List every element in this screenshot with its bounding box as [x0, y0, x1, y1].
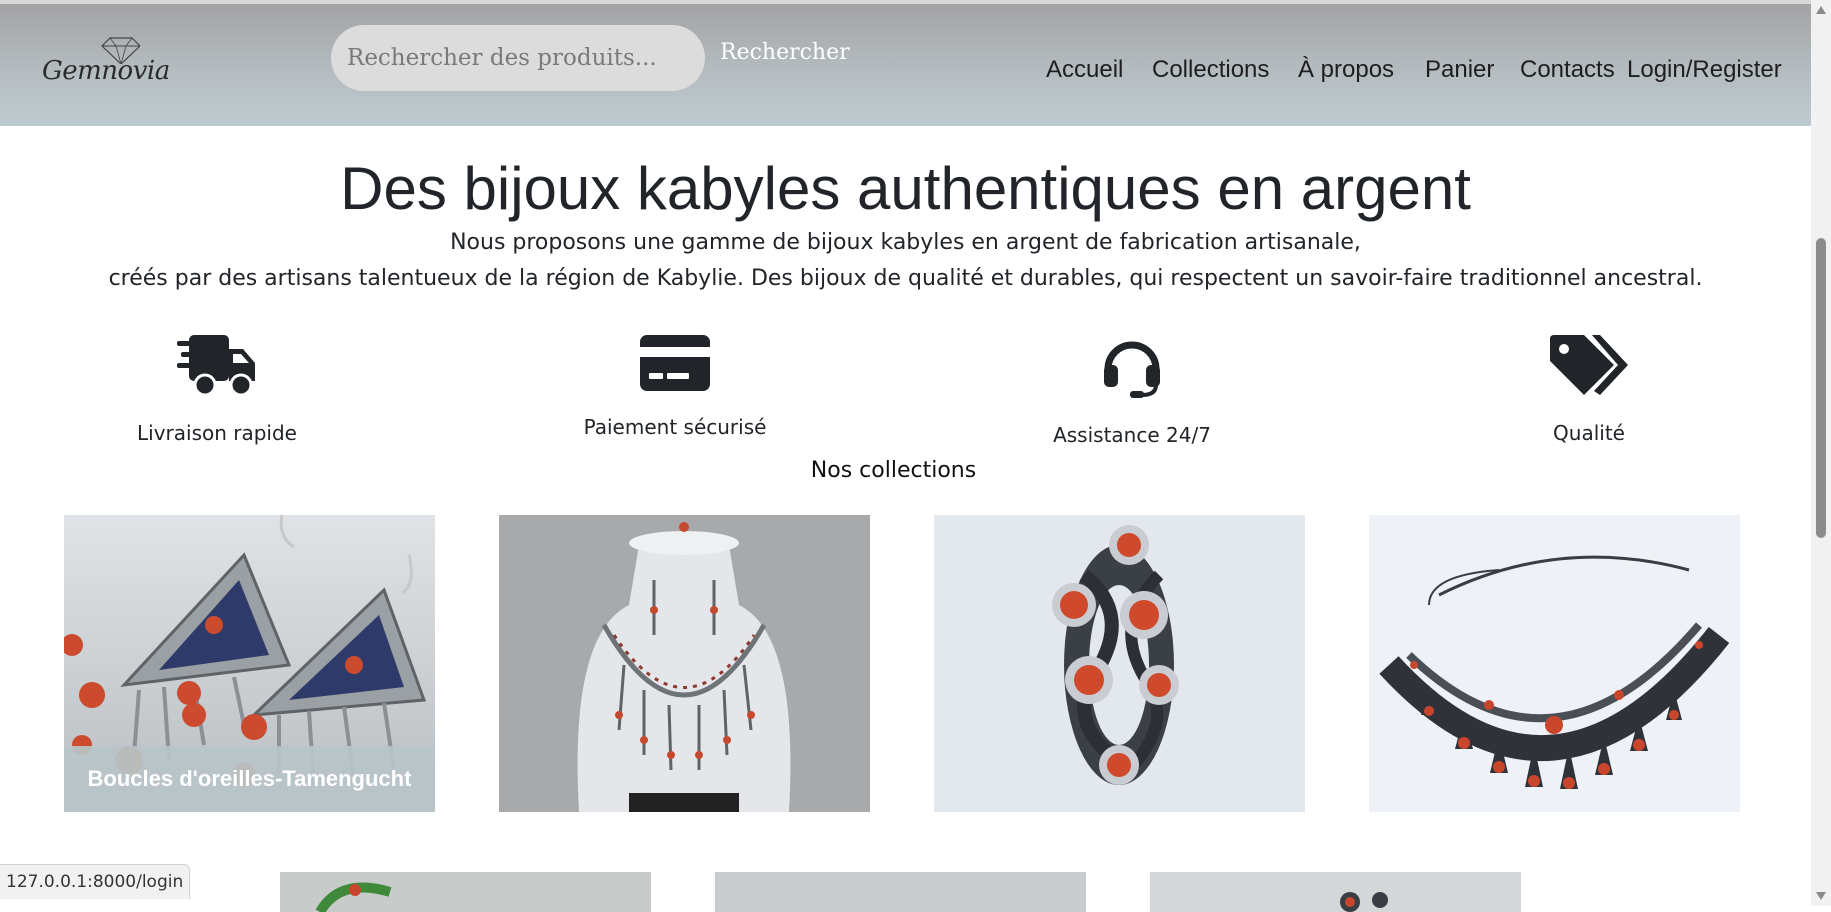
- nav-accueil[interactable]: Accueil: [1046, 56, 1123, 84]
- hero-title: Des bijoux kabyles authentiques en argen…: [340, 155, 1471, 222]
- feature-label-delivery: Livraison rapide: [137, 421, 297, 445]
- hero-description-line-2: créés par des artisans talentueux de la …: [108, 266, 1703, 291]
- collection-card-large-necklace[interactable]: [1369, 515, 1740, 812]
- feature-label-support: Assistance 24/7: [1053, 423, 1211, 447]
- page-scrollbar[interactable]: [1811, 0, 1831, 906]
- nav-login-register[interactable]: Login/Register: [1627, 56, 1782, 84]
- credit-card-icon: [640, 335, 710, 391]
- brand-name: Gemnovia: [42, 56, 170, 86]
- scroll-thumb[interactable]: [1816, 238, 1826, 538]
- necklace-set-image: [499, 515, 870, 812]
- collection-card-row2-1[interactable]: [280, 872, 651, 912]
- brooch-image: [1150, 872, 1521, 912]
- bracelet-image: [280, 872, 651, 912]
- headset-icon: [1104, 341, 1160, 398]
- browser-status-bar: 127.0.0.1:8000/login: [0, 864, 191, 899]
- brand-logo[interactable]: Gemnovia: [40, 34, 170, 94]
- search-input[interactable]: [331, 25, 705, 91]
- collection-card-row2-3[interactable]: [1150, 872, 1521, 912]
- truck-fast-icon: [177, 335, 255, 397]
- feature-support: Assistance 24/7: [1012, 335, 1252, 447]
- nav-contacts[interactable]: Contacts: [1520, 56, 1615, 84]
- section-title-collections: Nos collections: [810, 458, 977, 483]
- feature-label-payment: Paiement sécurisé: [583, 415, 767, 439]
- large-necklace-image: [1369, 515, 1740, 812]
- collection-card-row2-2[interactable]: [715, 872, 1086, 912]
- nav-a-propos[interactable]: À propos: [1298, 56, 1394, 84]
- nav-panier[interactable]: Panier: [1425, 56, 1494, 84]
- collection-card-ring[interactable]: [934, 515, 1305, 812]
- feature-quality: Qualité: [1469, 335, 1709, 445]
- scroll-up-arrow-icon[interactable]: [1816, 6, 1826, 14]
- feature-label-quality: Qualité: [1553, 421, 1625, 445]
- hero-description-line-1: Nous proposons une gamme de bijoux kabyl…: [450, 230, 1361, 255]
- collection-card-earrings[interactable]: Boucles d'oreilles-Tamengucht: [64, 515, 435, 812]
- scroll-down-arrow-icon[interactable]: [1816, 892, 1826, 900]
- search-button[interactable]: Rechercher: [720, 40, 850, 65]
- tags-icon: [1550, 335, 1628, 395]
- card-caption: Boucles d'oreilles-Tamengucht: [64, 746, 435, 812]
- feature-fast-delivery: Livraison rapide: [97, 335, 337, 445]
- navbar: Gemnovia Rechercher Accueil Collections …: [0, 4, 1811, 126]
- nav-collections[interactable]: Collections: [1152, 56, 1269, 84]
- ring-image: [934, 515, 1305, 812]
- feature-secure-payment: Paiement sécurisé: [555, 335, 795, 439]
- collection-card-necklace-set[interactable]: [499, 515, 870, 812]
